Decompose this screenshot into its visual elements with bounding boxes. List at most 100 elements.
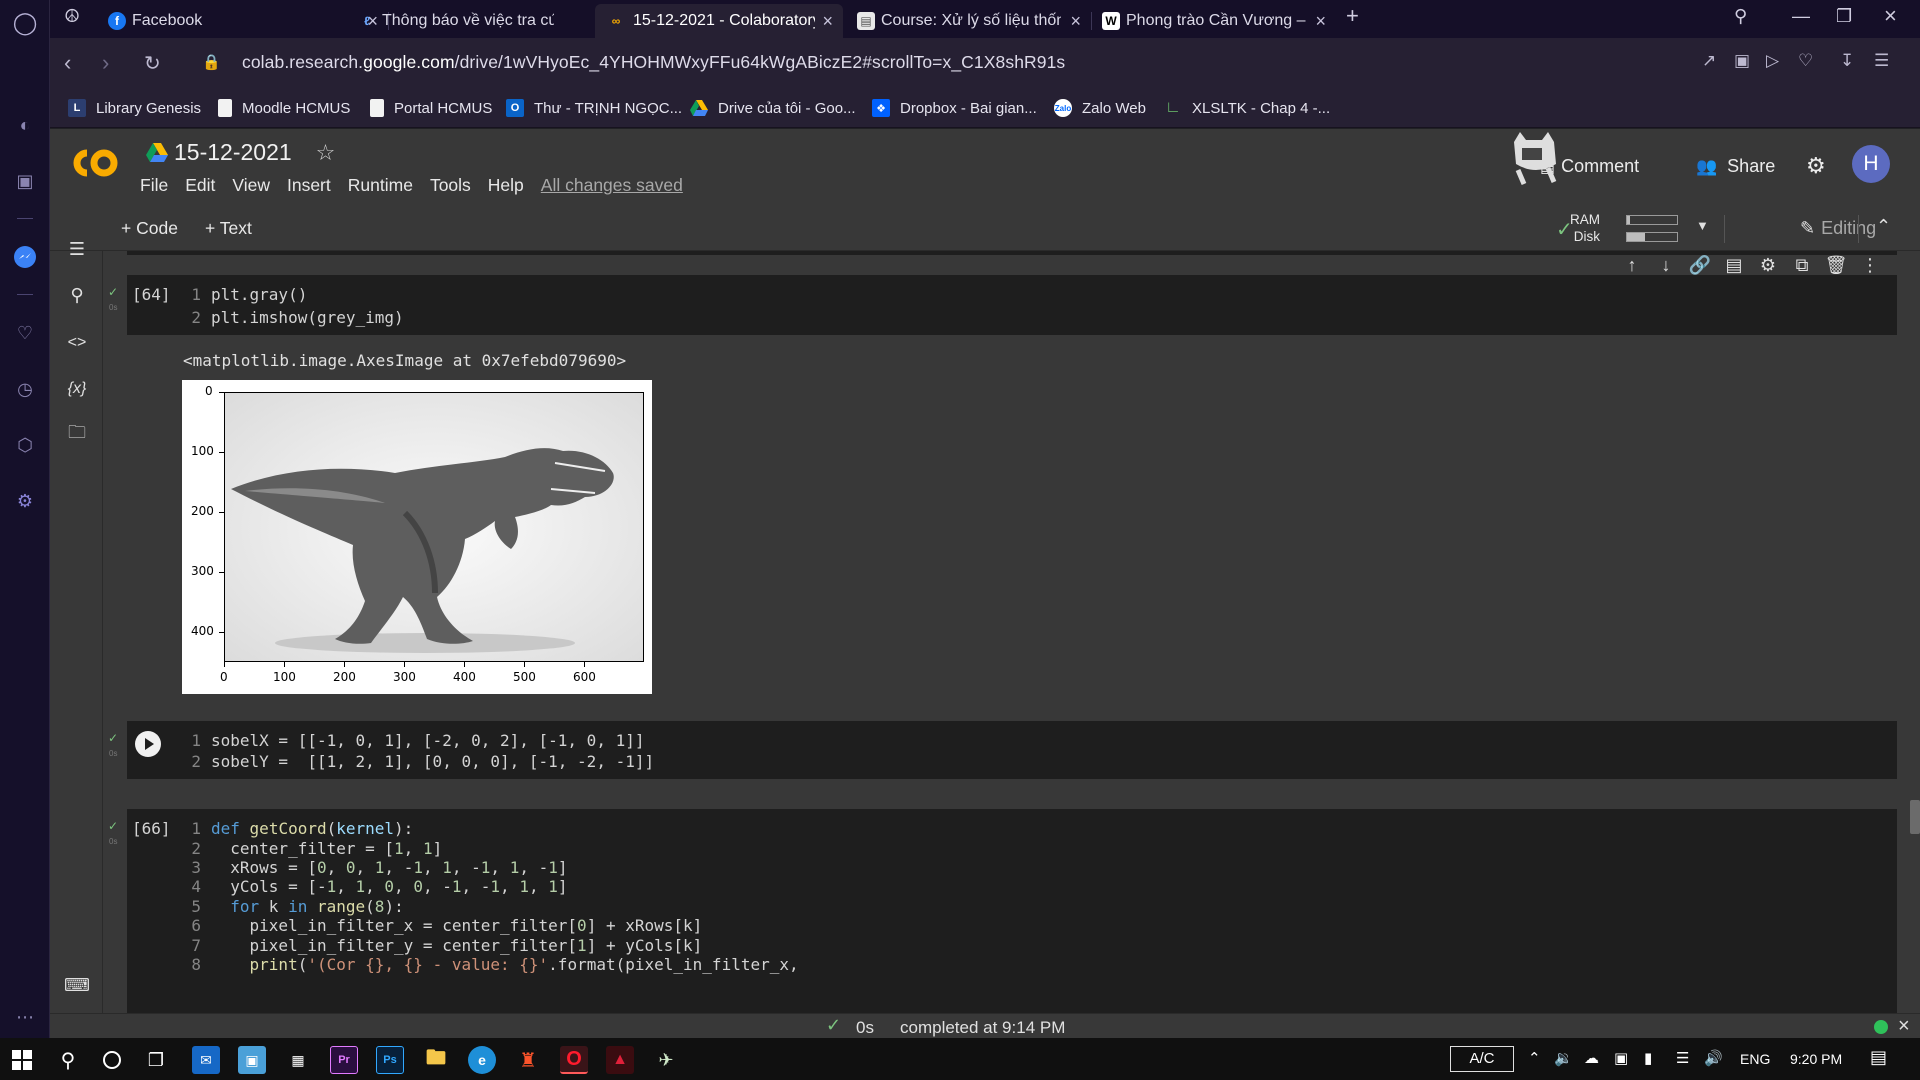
forward-button[interactable]: › bbox=[102, 50, 109, 76]
menu-insert[interactable]: Insert bbox=[287, 175, 331, 196]
tab-facebook[interactable]: f Facebook × bbox=[98, 4, 389, 38]
mail-app-icon[interactable]: ✉ bbox=[192, 1046, 220, 1074]
bookmark-xlsltk[interactable]: ∟ XLSLTK - Chap 4 -... bbox=[1164, 97, 1330, 119]
resource-monitor[interactable]: RAM Disk bbox=[1568, 211, 1600, 245]
snapshot-icon[interactable]: ▣ bbox=[1734, 51, 1750, 71]
add-text-button[interactable]: + Text bbox=[205, 218, 252, 239]
comment-icon[interactable]: ▤ bbox=[1717, 255, 1751, 276]
run-cell-button[interactable] bbox=[135, 731, 161, 757]
editing-mode-button[interactable]: ✎ Editing bbox=[1800, 218, 1876, 239]
notebook-scrollbar[interactable] bbox=[1910, 800, 1920, 834]
download-icon[interactable]: ↧ bbox=[1840, 51, 1854, 71]
code-editor[interactable]: 1 sobelX = [[-1, 0, 1], [-2, 0, 2], [-1, … bbox=[127, 721, 1897, 779]
tab-course[interactable]: ▤ Course: Xử lý số liệu thống × bbox=[847, 4, 1092, 38]
new-tab-button[interactable]: + bbox=[1346, 3, 1359, 29]
terminal-icon[interactable]: ⌨ bbox=[64, 973, 90, 997]
add-code-button[interactable]: + Code bbox=[121, 218, 178, 239]
menu-file[interactable]: File bbox=[140, 175, 168, 196]
search-icon[interactable]: ⚲ bbox=[54, 1046, 82, 1074]
menu-help[interactable]: Help bbox=[488, 175, 524, 196]
menu-tools[interactable]: Tools bbox=[430, 175, 471, 196]
menu-runtime[interactable]: Runtime bbox=[348, 175, 413, 196]
opera-app-icon[interactable]: O bbox=[560, 1046, 588, 1074]
game-app-icon[interactable]: ▲ bbox=[606, 1046, 634, 1074]
code-editor[interactable]: [64] 1 plt.gray() 2 plt.imshow(grey_img) bbox=[127, 275, 1897, 335]
windows-start-icon[interactable] bbox=[8, 1046, 36, 1074]
avatar[interactable]: H bbox=[1852, 145, 1890, 183]
easy-setup-icon[interactable]: ☰ bbox=[1874, 51, 1889, 71]
edge-app-icon[interactable]: e bbox=[468, 1046, 496, 1074]
ac-button[interactable]: A/C bbox=[1450, 1046, 1514, 1072]
status-message[interactable]: completed at 9:14 PM bbox=[900, 1018, 1065, 1038]
share-page-icon[interactable]: ↗ bbox=[1702, 51, 1716, 71]
photoshop-app-icon[interactable]: Ps bbox=[376, 1046, 404, 1074]
code-cell[interactable]: ✓ 0s 1 sobelX = [[-1, 0, 1], [-2, 0, 2], … bbox=[103, 721, 1897, 779]
move-up-icon[interactable]: ↑ bbox=[1615, 255, 1649, 276]
bookmark-outlook[interactable]: O Thư - TRỊNH NGỌC... bbox=[506, 97, 682, 119]
url-field[interactable]: colab.research.google.com/drive/1wVHyoEc… bbox=[242, 52, 1065, 73]
onedrive-icon[interactable]: ☁ bbox=[1584, 1049, 1599, 1067]
move-down-icon[interactable]: ↓ bbox=[1649, 255, 1683, 276]
workspace-icon[interactable]: ▣ bbox=[12, 168, 38, 194]
heart-icon[interactable]: ♡ bbox=[12, 320, 38, 346]
menu-edit[interactable]: Edit bbox=[185, 175, 215, 196]
minimize-button[interactable]: — bbox=[1792, 6, 1810, 27]
close-icon[interactable]: × bbox=[1898, 1015, 1910, 1038]
bookmark-heart-icon[interactable]: ♡ bbox=[1798, 51, 1813, 71]
bookmark-moodle-hcmus[interactable]: Moodle HCMUS bbox=[218, 97, 350, 119]
tab-colab[interactable]: ∞ 15-12-2021 - Colaboratory × bbox=[595, 4, 843, 38]
star-icon[interactable]: ☆ bbox=[316, 140, 336, 166]
tab-wikipedia[interactable]: W Phong trào Cần Vương – W × bbox=[1092, 4, 1336, 38]
more-icon[interactable]: ⋯ bbox=[12, 1004, 38, 1030]
bookmark-drive[interactable]: Drive của tôi - Goo... bbox=[690, 97, 856, 119]
messenger-icon[interactable] bbox=[12, 244, 38, 270]
files-icon[interactable]: 🗀 bbox=[65, 422, 89, 447]
table-of-contents-icon[interactable]: ☰ bbox=[65, 237, 89, 261]
bookmark-portal-hcmus[interactable]: Portal HCMUS bbox=[370, 97, 492, 119]
variables-icon[interactable]: {x} bbox=[65, 377, 89, 401]
code-cell[interactable]: ✓ 0s [64] 1 plt.gray() 2 plt.imshow(grey_i… bbox=[103, 255, 1897, 335]
notifications-icon[interactable]: ▤ bbox=[1870, 1047, 1887, 1068]
drive-icon[interactable] bbox=[146, 142, 168, 163]
save-status[interactable]: All changes saved bbox=[541, 175, 683, 196]
bookmark-dropbox[interactable]: ❖ Dropbox - Bai gian... bbox=[872, 97, 1037, 119]
menu-view[interactable]: View bbox=[232, 175, 270, 196]
back-button[interactable]: ‹ bbox=[64, 50, 71, 76]
bookmark-library-genesis[interactable]: L Library Genesis bbox=[68, 97, 201, 119]
premiere-app-icon[interactable]: Pr bbox=[330, 1046, 358, 1074]
wifi-icon[interactable]: ☰ bbox=[1676, 1049, 1689, 1067]
restore-button[interactable]: ❐ bbox=[1836, 6, 1852, 27]
speed-dial-icon[interactable]: ◐ bbox=[12, 112, 38, 138]
gamepad-icon[interactable]: ☮ bbox=[64, 6, 80, 27]
search-tabs-icon[interactable]: ⚲ bbox=[1734, 6, 1747, 27]
link-icon[interactable]: 🔗 bbox=[1683, 255, 1717, 276]
clock[interactable]: 9:20 PM bbox=[1790, 1051, 1842, 1067]
search-icon[interactable]: ⚲ bbox=[65, 283, 89, 307]
close-icon[interactable]: × bbox=[822, 11, 833, 32]
code-cell[interactable]: ✓ 0s [66] 1 def getCoord(kernel): 2 cente… bbox=[103, 809, 1897, 1013]
cortana-icon[interactable] bbox=[98, 1046, 126, 1074]
battery-icon[interactable]: ▮ bbox=[1644, 1049, 1652, 1067]
notebook-title[interactable]: 15-12-2021 bbox=[174, 139, 292, 166]
chevron-down-icon[interactable]: ▼ bbox=[1696, 218, 1709, 233]
file-explorer-icon[interactable]: 🖿 bbox=[422, 1046, 450, 1074]
close-window-button[interactable]: × bbox=[1884, 3, 1897, 29]
comment-button[interactable]: ▤ Comment bbox=[1514, 132, 1639, 185]
bookmark-zalo[interactable]: Zalo Zalo Web bbox=[1054, 97, 1146, 119]
delete-icon[interactable]: 🗑 bbox=[1819, 255, 1853, 276]
speaker-icon[interactable]: 🔉 bbox=[1554, 1049, 1573, 1067]
close-icon[interactable]: × bbox=[1070, 11, 1081, 32]
store-app-icon[interactable]: ▦ bbox=[284, 1046, 312, 1074]
code-snippets-icon[interactable]: <> bbox=[65, 331, 89, 355]
photos-app-icon[interactable]: ▣ bbox=[238, 1046, 266, 1074]
vpn-app-icon[interactable]: ✈ bbox=[652, 1046, 680, 1074]
gear-icon[interactable]: ⚙ bbox=[1751, 255, 1785, 276]
task-view-icon[interactable]: ❐ bbox=[142, 1046, 170, 1074]
send-icon[interactable]: ▷ bbox=[1766, 51, 1779, 71]
brave-app-icon[interactable]: ♜ bbox=[514, 1046, 542, 1074]
history-icon[interactable]: ◷ bbox=[12, 376, 38, 402]
close-icon[interactable]: × bbox=[1315, 11, 1326, 32]
language-indicator[interactable]: ENG bbox=[1740, 1051, 1770, 1067]
mirror-cell-icon[interactable]: ⧉ bbox=[1785, 255, 1819, 276]
chevron-up-icon[interactable]: ⌃ bbox=[1528, 1049, 1541, 1067]
